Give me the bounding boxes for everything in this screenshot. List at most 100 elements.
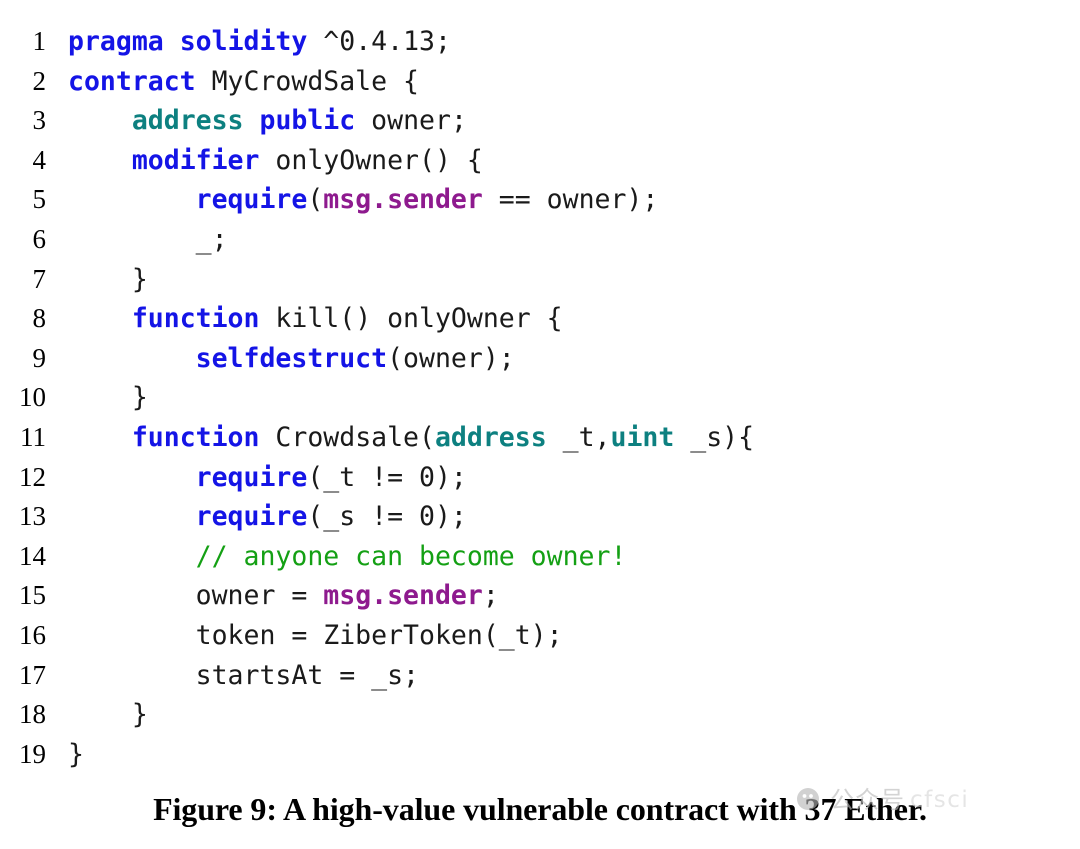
line-number: 7	[32, 263, 47, 294]
code-token-kw: function	[131, 421, 260, 453]
code-token-type: uint	[610, 421, 675, 453]
code-line: 11 function Crowdsale(address _t,uint _s…	[0, 418, 1080, 458]
code-line-content: modifier onlyOwner() {	[68, 141, 1080, 181]
code-line: 3 address public owner;	[0, 101, 1080, 141]
code-token-plain: }	[68, 263, 148, 295]
line-number: 2	[32, 65, 47, 96]
code-token-plain: owner =	[68, 580, 324, 612]
code-token-plain: Crowdsale(	[259, 421, 435, 453]
code-line: 6 _;	[0, 220, 1080, 260]
line-number: 17	[19, 659, 46, 690]
code-line-content: token = ZiberToken(_t);	[68, 616, 1080, 656]
code-token-plain: }	[68, 699, 148, 731]
code-token-kw: pragma	[68, 26, 164, 57]
line-number: 6	[32, 223, 47, 254]
line-number: 16	[19, 619, 46, 650]
code-token-magic: msg.sender	[323, 184, 483, 216]
code-token-plain: (_s != 0);	[307, 501, 467, 533]
code-line: 14 // anyone can become owner!	[0, 537, 1080, 577]
line-number: 15	[19, 580, 46, 611]
code-token-magic: msg.sender	[323, 580, 483, 612]
code-token-plain: (_t != 0);	[307, 461, 467, 493]
code-token-plain: }	[68, 382, 148, 414]
code-line-content: require(_s != 0);	[68, 497, 1080, 537]
code-token-type: address	[131, 105, 244, 137]
code-line-content: require(_t != 0);	[68, 458, 1080, 498]
code-token-plain: kill() onlyOwner {	[259, 303, 563, 335]
code-token-kw: public	[259, 105, 356, 137]
code-listing: 1 pragma solidity ^0.4.13; 2 contract MyCro…	[0, 22, 1080, 774]
code-token-builtin: require	[195, 184, 308, 216]
code-line: 18 }	[0, 695, 1080, 735]
code-line: 7 }	[0, 260, 1080, 300]
code-line-content: }	[68, 695, 1080, 735]
line-number: 19	[19, 738, 46, 769]
code-line: 2 contract MyCrowdSale {	[0, 62, 1080, 102]
code-token-kw: contract	[68, 65, 196, 97]
code-token-builtin: require	[195, 461, 308, 493]
code-line-content: selfdestruct(owner);	[68, 339, 1080, 379]
code-token-plain: _s){	[674, 421, 755, 453]
code-token-type: address	[434, 421, 547, 453]
line-number: 18	[19, 699, 46, 730]
code-token-plain: ^0.4.13;	[307, 26, 451, 57]
code-token-plain: (	[307, 184, 324, 216]
code-token-kw: function	[131, 303, 260, 335]
code-line: 8 function kill() onlyOwner {	[0, 299, 1080, 339]
code-token-plain: (owner);	[387, 342, 515, 374]
code-line-content: contract MyCrowdSale {	[68, 62, 1080, 102]
code-line-content: }	[68, 260, 1080, 300]
code-line: 16 token = ZiberToken(_t);	[0, 616, 1080, 656]
code-token-builtin: selfdestruct	[195, 342, 388, 374]
code-token-plain: _t,	[546, 421, 611, 453]
code-token-plain: onlyOwner() {	[259, 144, 483, 176]
code-line: 10 }	[0, 378, 1080, 418]
code-line-content: }	[68, 378, 1080, 418]
code-line-content: address public owner;	[68, 101, 1080, 141]
code-line-content: function kill() onlyOwner {	[68, 299, 1080, 339]
code-token-plain: startsAt = _s;	[68, 659, 419, 691]
code-line-content: pragma solidity ^0.4.13;	[68, 22, 1080, 62]
code-line: 15 owner = msg.sender;	[0, 576, 1080, 616]
line-number: 4	[32, 144, 47, 175]
line-number: 3	[32, 105, 47, 136]
code-line-content: }	[68, 735, 1080, 775]
code-token-plain: token = ZiberToken(_t);	[68, 619, 563, 651]
code-token-kw: solidity	[179, 26, 308, 57]
line-number: 11	[20, 421, 46, 452]
code-token-plain: ;	[482, 580, 499, 612]
code-line: 19}	[0, 735, 1080, 775]
line-number: 1	[32, 26, 47, 56]
line-number: 5	[32, 184, 47, 215]
code-line: 17 startsAt = _s;	[0, 656, 1080, 696]
code-token-plain: _;	[68, 223, 228, 255]
line-number: 8	[32, 303, 47, 334]
code-token-plain: == owner);	[482, 184, 659, 216]
code-token-plain: }	[68, 738, 84, 770]
line-number: 13	[19, 501, 46, 532]
code-line-content: startsAt = _s;	[68, 656, 1080, 696]
line-number: 9	[32, 342, 47, 373]
line-number: 10	[19, 382, 46, 413]
code-line: 13 require(_s != 0);	[0, 497, 1080, 537]
code-token-plain: MyCrowdSale {	[195, 65, 420, 97]
line-number: 14	[19, 540, 46, 571]
line-number: 12	[19, 461, 46, 492]
code-token-plain: owner;	[355, 105, 467, 137]
code-line-content: owner = msg.sender;	[68, 576, 1080, 616]
code-line: 4 modifier onlyOwner() {	[0, 141, 1080, 181]
code-line: 5 require(msg.sender == owner);	[0, 180, 1080, 220]
code-line-content: require(msg.sender == owner);	[68, 180, 1080, 220]
figure-caption: Figure 9: A high-value vulnerable contra…	[153, 791, 927, 827]
